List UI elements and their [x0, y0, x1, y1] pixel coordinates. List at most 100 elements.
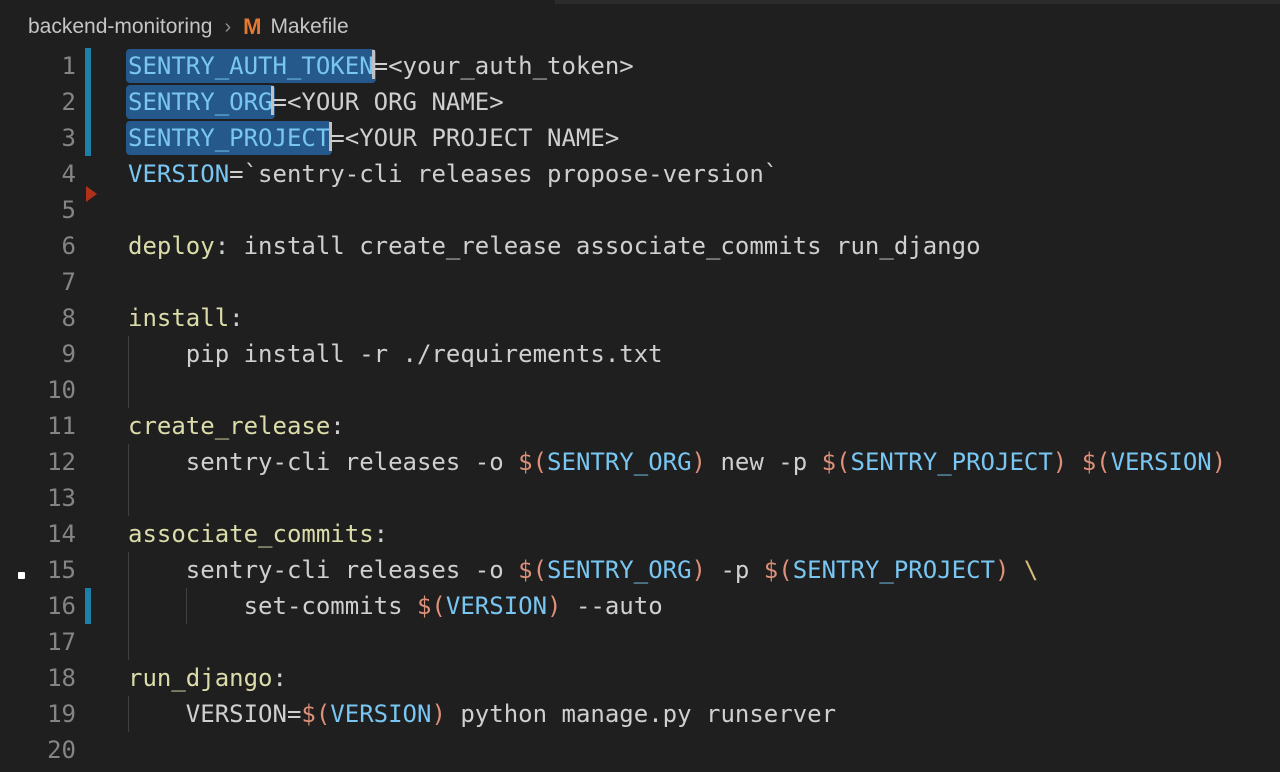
line-number[interactable]: 16: [0, 588, 76, 624]
code-token: sentry-cli releases -o: [128, 556, 518, 584]
code-token: :: [330, 412, 344, 440]
line-number[interactable]: 9: [0, 336, 76, 372]
line-number[interactable]: 18: [0, 660, 76, 696]
code-line[interactable]: 3SENTRY_PROJECT=<YOUR PROJECT NAME>: [0, 120, 1280, 156]
code-line-text: sentry-cli releases -o $(SENTRY_ORG) -p …: [128, 552, 1038, 588]
line-number[interactable]: 8: [0, 300, 76, 336]
code-line[interactable]: 17: [0, 624, 1280, 660]
modified-line-indicator: [85, 120, 91, 156]
line-number[interactable]: 7: [0, 264, 76, 300]
chevron-right-icon: ›: [222, 16, 233, 39]
modified-line-indicator: [85, 84, 91, 120]
line-number[interactable]: 17: [0, 624, 76, 660]
code-token: python manage.py runserver: [446, 700, 836, 728]
code-token: =<your_auth_token>: [374, 52, 634, 80]
code-token: $(: [764, 556, 793, 584]
code-token: $(: [1082, 448, 1111, 476]
code-line[interactable]: 1 SENTRY_AUTH_TOKEN=<your_auth_token>: [0, 48, 1280, 84]
code-token: ): [1212, 448, 1226, 476]
code-line[interactable]: 4 VERSION=`sentry-cli releases propose-ve…: [0, 156, 1280, 192]
code-token: =<YOUR ORG NAME>: [273, 88, 504, 116]
indent-guide: [128, 372, 129, 408]
line-number[interactable]: 13: [0, 480, 76, 516]
indent-guide: [128, 480, 129, 516]
code-line-text: sentry-cli releases -o $(SENTRY_ORG) new…: [128, 444, 1226, 480]
code-line[interactable]: 11 create_release:: [0, 408, 1280, 444]
code-token: :: [374, 520, 388, 548]
line-number[interactable]: 15: [0, 552, 76, 588]
code-line[interactable]: 8install:: [0, 300, 1280, 336]
code-line-text: VERSION=$(VERSION) python manage.py runs…: [128, 696, 836, 732]
code-token: [1009, 556, 1023, 584]
code-token: :: [229, 304, 243, 332]
code-token: $(: [518, 556, 547, 584]
code-line[interactable]: 7: [0, 264, 1280, 300]
indent-guide: [128, 624, 129, 660]
line-number[interactable]: 3: [0, 120, 76, 156]
code-token: VERSION=: [128, 700, 301, 728]
code-line[interactable]: 13: [0, 480, 1280, 516]
line-number[interactable]: 5: [0, 192, 76, 228]
code-token: VERSION: [1111, 448, 1212, 476]
code-token: SENTRY_PROJECT: [793, 556, 995, 584]
code-token: pip install -r ./requirements.txt: [128, 340, 663, 368]
code-token: -p: [706, 556, 764, 584]
code-token: SENTRY_ORG: [547, 556, 692, 584]
code-token: ): [995, 556, 1009, 584]
line-number[interactable]: 2: [0, 84, 76, 120]
code-line[interactable]: 19 VERSION=$(VERSION) python manage.py r…: [0, 696, 1280, 732]
code-token: VERSION: [128, 160, 229, 188]
code-line[interactable]: 5: [0, 192, 1280, 228]
code-line-text: set-commits $(VERSION) --auto: [128, 588, 663, 624]
code-token: SENTRY_ORG: [547, 448, 692, 476]
line-number[interactable]: 14: [0, 516, 76, 552]
code-line-text: SENTRY_ORG=<YOUR ORG NAME>: [128, 84, 504, 120]
code-token: =`sentry-cli releases propose-version`: [229, 160, 778, 188]
code-token: VERSION: [446, 592, 547, 620]
line-number[interactable]: 12: [0, 444, 76, 480]
code-line[interactable]: 9 pip install -r ./requirements.txt: [0, 336, 1280, 372]
selected-token: SENTRY_ORG: [126, 85, 275, 119]
line-number[interactable]: 20: [0, 732, 76, 768]
code-token: $(: [301, 700, 330, 728]
breadcrumb-item-folder[interactable]: backend-monitoring: [28, 15, 212, 39]
breadcrumb-folder-label: backend-monitoring: [28, 15, 212, 39]
code-line[interactable]: 2 SENTRY_ORG=<YOUR ORG NAME>: [0, 84, 1280, 120]
code-line[interactable]: 6 deploy: install create_release associat…: [0, 228, 1280, 264]
code-line[interactable]: 16 set-commits $(VERSION) --auto: [0, 588, 1280, 624]
line-number[interactable]: 1: [0, 48, 76, 84]
code-token: set-commits: [128, 592, 417, 620]
line-number[interactable]: 11: [0, 408, 76, 444]
code-token: ): [692, 448, 706, 476]
code-token: --auto: [562, 592, 663, 620]
stray-cursor-dot: [18, 572, 25, 579]
code-line[interactable]: 20: [0, 732, 1280, 768]
code-token: deploy: [128, 232, 215, 260]
selected-token: SENTRY_AUTH_TOKEN: [126, 49, 376, 83]
code-token: VERSION: [330, 700, 431, 728]
modified-line-indicator: [85, 48, 91, 84]
code-line-text: deploy: install create_release associate…: [128, 228, 981, 264]
breadcrumb-item-file[interactable]: M Makefile: [243, 14, 349, 40]
code-line[interactable]: 10: [0, 372, 1280, 408]
code-area[interactable]: 1 SENTRY_AUTH_TOKEN=<your_auth_token> 2 SEN…: [0, 48, 1280, 768]
line-number[interactable]: 19: [0, 696, 76, 732]
code-line-text: pip install -r ./requirements.txt: [128, 336, 663, 372]
code-line[interactable]: 14 associate_commits:: [0, 516, 1280, 552]
code-line[interactable]: 12 sentry-cli releases -o $(SENTRY_ORG) …: [0, 444, 1280, 480]
code-line[interactable]: 15 sentry-cli releases -o $(SENTRY_ORG) …: [0, 552, 1280, 588]
code-token: $(: [417, 592, 446, 620]
line-number[interactable]: 6: [0, 228, 76, 264]
makefile-icon: M: [243, 14, 261, 40]
line-number[interactable]: 10: [0, 372, 76, 408]
line-number[interactable]: 4: [0, 156, 76, 192]
code-token: ): [1053, 448, 1067, 476]
code-token: associate_commits: [128, 520, 374, 548]
modified-line-indicator: [85, 588, 91, 624]
breadcrumb-file-label: Makefile: [270, 15, 348, 39]
code-token: sentry-cli releases -o: [128, 448, 518, 476]
code-line-text: associate_commits:: [128, 516, 388, 552]
breadcrumb: backend-monitoring › M Makefile: [28, 10, 349, 44]
code-token: create_release: [128, 412, 330, 440]
code-line[interactable]: 18run_django:: [0, 660, 1280, 696]
